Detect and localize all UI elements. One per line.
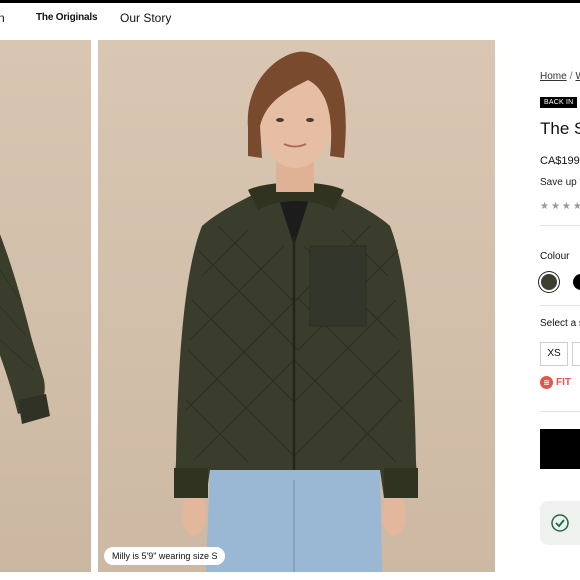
size-option-xs[interactable]: XS	[540, 342, 568, 366]
size-select-label: Select a s	[540, 318, 580, 329]
product-details-panel: Home/W BACK IN The S CA$199. Save up t ★…	[497, 33, 580, 580]
colour-swatch-black[interactable]	[573, 274, 580, 290]
product-title: The S	[540, 119, 580, 138]
nav-item-truncated[interactable]: n	[0, 11, 5, 25]
nav-item-the-originals[interactable]: The Originals	[36, 12, 98, 23]
back-in-stock-badge: BACK IN	[540, 97, 578, 108]
breadcrumb-separator: /	[569, 71, 573, 82]
recycle-icon	[551, 514, 569, 532]
promo-banner[interactable]	[540, 501, 580, 545]
nav-item-our-story[interactable]: Our Story	[120, 11, 171, 25]
fit-label: FIT	[556, 377, 571, 389]
colour-swatch-olive[interactable]	[541, 274, 557, 290]
model-size-caption: Milly is 5'9" wearing size S	[104, 547, 226, 565]
add-to-bag-button[interactable]	[540, 429, 580, 469]
divider	[540, 225, 580, 226]
breadcrumb-home-link[interactable]: Home	[540, 71, 567, 82]
product-image-previous[interactable]	[0, 40, 91, 572]
product-price: CA$199.	[540, 155, 580, 167]
model-in-jacket-illustration	[174, 51, 418, 572]
breadcrumb-category-link[interactable]: W	[575, 71, 580, 82]
divider	[540, 411, 580, 412]
top-navigation: n The Originals Our Story	[0, 3, 580, 33]
product-image-main[interactable]	[98, 40, 495, 572]
rating-stars[interactable]: ★★★★	[540, 201, 580, 212]
breadcrumb: Home/W	[540, 71, 580, 82]
jacket-sleeve-illustration	[0, 234, 50, 424]
fit-info[interactable]: ≋ FIT	[540, 376, 571, 389]
divider	[540, 305, 580, 306]
savings-text: Save up t	[540, 177, 580, 188]
fit-icon: ≋	[540, 376, 553, 389]
size-option-next[interactable]	[572, 342, 580, 366]
colour-label: Colour	[540, 251, 570, 262]
